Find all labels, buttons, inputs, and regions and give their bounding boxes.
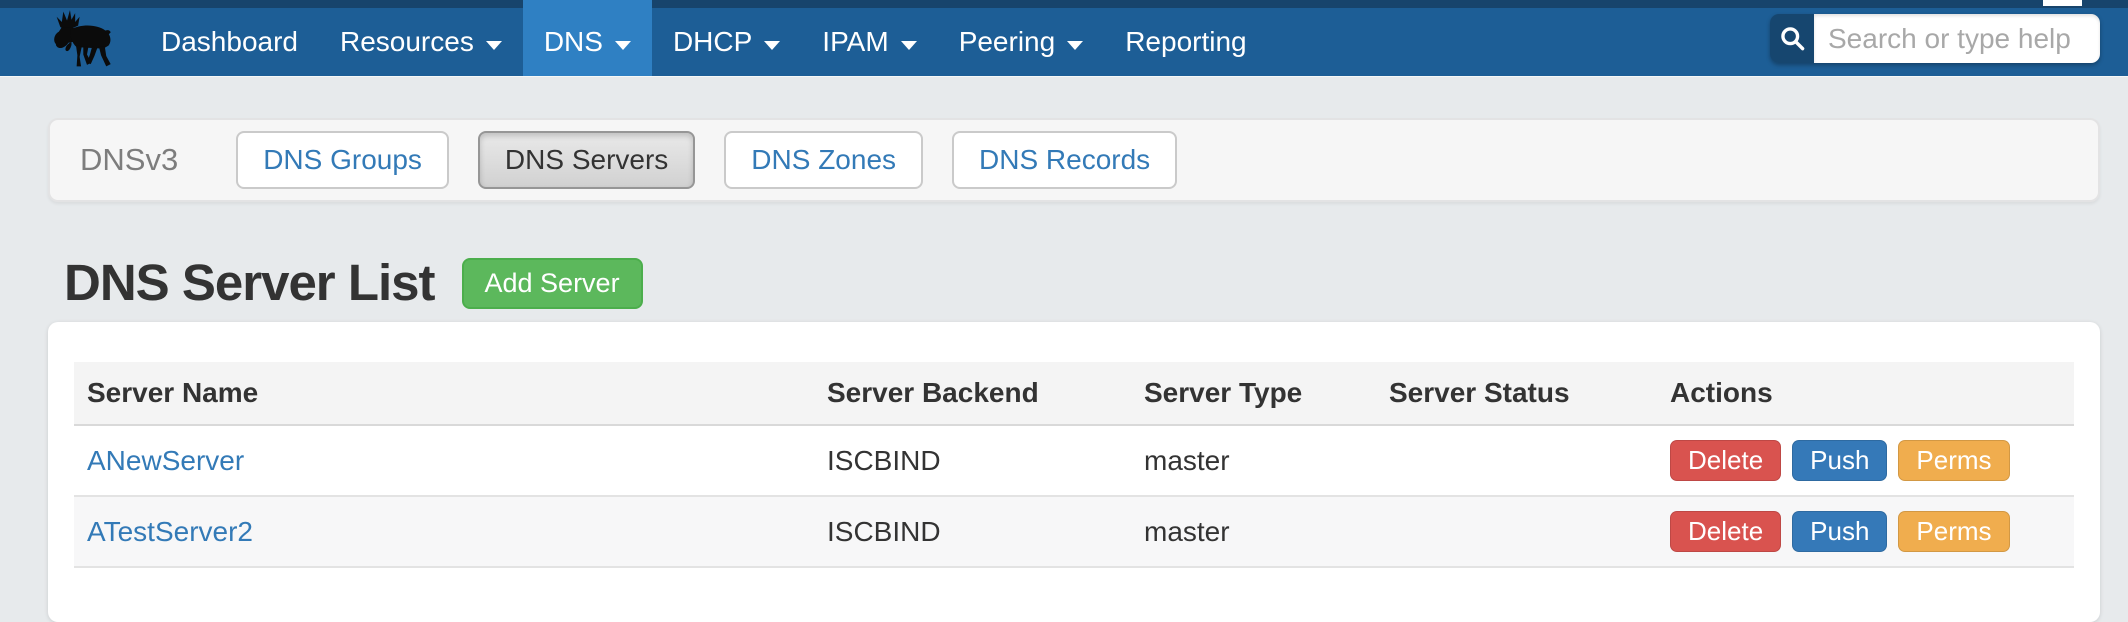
chevron-down-icon xyxy=(764,41,780,50)
column-header: Server Status xyxy=(1376,362,1657,425)
server-table-card: Server NameServer BackendServer TypeServ… xyxy=(48,322,2100,622)
row-actions: Delete Push Perms xyxy=(1670,511,2074,552)
push-button[interactable]: Push xyxy=(1792,511,1887,552)
push-button[interactable]: Push xyxy=(1792,440,1887,481)
table-row: ATestServer2 ISCBINDmaster Delete Push Perms xyxy=(74,496,2074,567)
column-header: Server Type xyxy=(1131,362,1376,425)
page-header: DNS Server List Add Server xyxy=(64,252,643,314)
server-table-body: ANewServerISCBINDmasterDeletePushPermsAT… xyxy=(74,425,2074,567)
top-navbar: Dashboard Resources DNS DHCP IPAM Peering Repo… xyxy=(0,0,2128,76)
subnav-dns-zones[interactable]: DNS Zones xyxy=(724,131,923,189)
server-table: Server NameServer BackendServer TypeServ… xyxy=(74,362,2074,568)
cell-backend: ISCBIND xyxy=(814,425,1131,496)
cell-actions: Delete Push Perms xyxy=(1657,496,2074,567)
nav-item-label: Peering xyxy=(959,26,1056,58)
nav-item-ipam[interactable]: IPAM xyxy=(801,0,937,76)
nav-item-label: IPAM xyxy=(822,26,888,58)
nav-item-reporting[interactable]: Reporting xyxy=(1104,0,1267,76)
brand-logo[interactable] xyxy=(50,6,124,72)
cell-server-name: ATestServer2 xyxy=(74,496,814,567)
column-header: Server Backend xyxy=(814,362,1131,425)
nav-item-dashboard[interactable]: Dashboard xyxy=(140,0,319,76)
delete-button[interactable]: Delete xyxy=(1670,440,1781,481)
cell-server-name: ANewServer xyxy=(74,425,814,496)
cell-actions: Delete Push Perms xyxy=(1657,425,2074,496)
cell-status xyxy=(1376,425,1657,496)
nav-item-peering[interactable]: Peering xyxy=(938,0,1105,76)
subnav-dns-groups[interactable]: DNS Groups xyxy=(236,131,449,189)
column-header: Actions xyxy=(1657,362,2074,425)
cell-type: master xyxy=(1131,425,1376,496)
nav-item-resources[interactable]: Resources xyxy=(319,0,523,76)
server-name-link[interactable]: ATestServer2 xyxy=(87,516,253,547)
subnav-dns-records[interactable]: DNS Records xyxy=(952,131,1177,189)
add-server-button[interactable]: Add Server xyxy=(462,258,643,309)
cell-type: master xyxy=(1131,496,1376,567)
top-edge-artifact xyxy=(2043,0,2082,6)
search-input[interactable] xyxy=(1814,14,2100,63)
table-header-row: Server NameServer BackendServer TypeServ… xyxy=(74,362,2074,425)
server-name-link[interactable]: ANewServer xyxy=(87,445,244,476)
nav-item-label: Resources xyxy=(340,26,474,58)
page-title: DNS Server List xyxy=(64,252,435,314)
delete-button[interactable]: Delete xyxy=(1670,511,1781,552)
row-actions: Delete Push Perms xyxy=(1670,440,2074,481)
chevron-down-icon xyxy=(486,41,502,50)
dns-subnav-panel: DNSv3 DNS GroupsDNS ServersDNS ZonesDNS … xyxy=(48,118,2100,202)
perms-button[interactable]: Perms xyxy=(1898,511,2009,552)
cell-backend: ISCBIND xyxy=(814,496,1131,567)
subnav-dns-servers[interactable]: DNS Servers xyxy=(478,131,695,189)
nav-item-dhcp[interactable]: DHCP xyxy=(652,0,801,76)
perms-button[interactable]: Perms xyxy=(1898,440,2009,481)
subnav-buttons: DNS Groups DNS Servers DNS Zones DNS Record… xyxy=(236,131,1206,189)
column-header: Server Name xyxy=(74,362,814,425)
chevron-down-icon xyxy=(1067,41,1083,50)
subnav-label: DNSv3 xyxy=(80,142,178,178)
nav-item-label: Dashboard xyxy=(161,26,298,58)
nav-menu: Dashboard Resources DNS DHCP IPAM Peering Repo… xyxy=(140,0,1268,76)
search-group xyxy=(1770,14,2100,63)
nav-item-label: Reporting xyxy=(1125,26,1246,58)
cell-status xyxy=(1376,496,1657,567)
table-row: ANewServer ISCBINDmaster Delete Push Perms xyxy=(74,425,2074,496)
nav-item-dns[interactable]: DNS xyxy=(523,0,652,76)
search-icon-box xyxy=(1770,14,1814,63)
nav-item-label: DHCP xyxy=(673,26,752,58)
nav-item-label: DNS xyxy=(544,26,603,58)
moose-icon xyxy=(50,59,124,76)
chevron-down-icon xyxy=(615,41,631,50)
search-icon xyxy=(1779,25,1806,52)
chevron-down-icon xyxy=(901,41,917,50)
